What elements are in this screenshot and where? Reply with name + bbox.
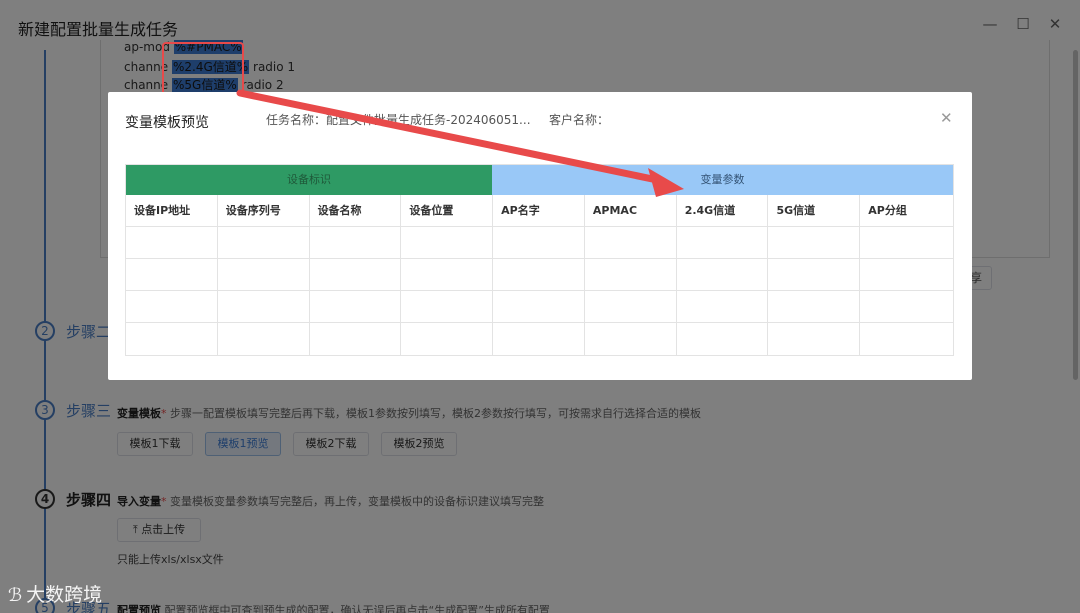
table-cell xyxy=(493,259,585,290)
table-cell xyxy=(860,227,953,258)
table-cell xyxy=(310,323,402,355)
col-header: AP名字 xyxy=(493,195,585,226)
table-cell xyxy=(493,323,585,355)
table-cell xyxy=(401,291,494,322)
table-cell xyxy=(860,259,953,290)
table-cell xyxy=(768,323,861,355)
table-cell xyxy=(677,291,769,322)
task-name: 任务名称：配置文件批量生成任务-202406051... xyxy=(266,111,531,128)
table-cell xyxy=(860,323,953,355)
table-cell xyxy=(860,291,953,322)
table-row xyxy=(126,227,953,259)
table-cell xyxy=(677,323,769,355)
table-header-row: 设备IP地址 设备序列号 设备名称 设备位置 AP名字 APMAC 2.4G信道… xyxy=(126,195,953,227)
table-body xyxy=(126,227,953,355)
table-cell xyxy=(401,323,494,355)
callout-box xyxy=(162,42,244,98)
group-device-header: 设备标识 xyxy=(126,165,492,195)
table-cell xyxy=(126,291,218,322)
preview-table: 设备标识 变量参数 设备IP地址 设备序列号 设备名称 设备位置 AP名字 AP… xyxy=(125,164,954,356)
col-header: APMAC xyxy=(585,195,677,226)
table-cell xyxy=(218,259,310,290)
table-cell xyxy=(493,227,585,258)
table-row xyxy=(126,291,953,323)
table-cell xyxy=(493,291,585,322)
table-cell xyxy=(768,227,861,258)
modal-title: 变量模板预览 xyxy=(125,115,209,131)
brand-logo-icon: ℬ xyxy=(8,585,23,606)
table-row xyxy=(126,259,953,291)
col-header: 设备名称 xyxy=(310,195,402,226)
table-cell xyxy=(677,259,769,290)
watermark: ℬ 大数跨境 xyxy=(8,580,102,607)
task-name-value: 配置文件批量生成任务-202406051... xyxy=(326,113,531,127)
table-row xyxy=(126,323,953,355)
table-cell xyxy=(218,291,310,322)
watermark-text: 大数跨境 xyxy=(26,584,103,606)
table-cell xyxy=(585,291,677,322)
table-cell xyxy=(585,323,677,355)
table-cell xyxy=(677,227,769,258)
table-cell xyxy=(310,259,402,290)
task-name-label: 任务名称： xyxy=(266,113,327,127)
table-cell xyxy=(310,291,402,322)
group-vars-header: 变量参数 xyxy=(492,165,953,195)
template-preview-modal: 变量模板预览 任务名称：配置文件批量生成任务-202406051... 客户名称… xyxy=(108,92,972,380)
table-cell xyxy=(585,227,677,258)
col-header: 设备位置 xyxy=(401,195,494,226)
table-cell xyxy=(126,227,218,258)
table-cell xyxy=(585,259,677,290)
table-cell xyxy=(126,259,218,290)
table-group-row: 设备标识 变量参数 xyxy=(126,165,953,195)
table-cell xyxy=(218,323,310,355)
table-cell xyxy=(310,227,402,258)
customer-name: 客户名称： xyxy=(549,111,609,128)
table-cell xyxy=(401,227,494,258)
customer-name-label: 客户名称： xyxy=(549,113,610,127)
table-cell xyxy=(218,227,310,258)
table-cell xyxy=(768,259,861,290)
col-header: 2.4G信道 xyxy=(677,195,769,226)
table-cell xyxy=(401,259,494,290)
close-icon[interactable]: ✕ xyxy=(940,109,953,127)
col-header: 设备序列号 xyxy=(218,195,310,226)
table-cell xyxy=(126,323,218,355)
col-header: 5G信道 xyxy=(768,195,861,226)
col-header: 设备IP地址 xyxy=(126,195,218,226)
col-header: AP分组 xyxy=(868,204,907,217)
table-cell xyxy=(768,291,861,322)
